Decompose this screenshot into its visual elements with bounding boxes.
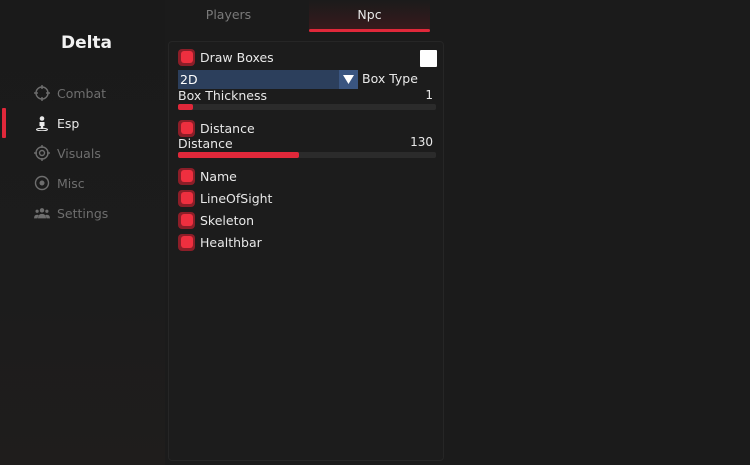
- box-thickness-value: 1: [425, 88, 433, 102]
- app-window: Delta Combat Esp Visuals Misc Settings P…: [0, 0, 750, 465]
- tab-players[interactable]: Players: [168, 0, 289, 32]
- name-row: Name: [178, 167, 237, 185]
- checkbox-check-icon: [180, 214, 193, 226]
- sidebar-nav: Combat Esp Visuals Misc Settings: [0, 78, 165, 228]
- line-of-sight-row: LineOfSight: [178, 189, 272, 207]
- box-thickness-slider[interactable]: [178, 104, 436, 110]
- name-label: Name: [200, 168, 237, 184]
- tab-bar: Players Npc: [168, 0, 430, 32]
- sidebar-item-label: Misc: [57, 175, 85, 191]
- skeleton-checkbox[interactable]: [178, 211, 195, 229]
- skeleton-label: Skeleton: [200, 212, 255, 228]
- draw-boxes-checkbox[interactable]: [178, 48, 195, 66]
- healthbar-label: Healthbar: [200, 234, 262, 250]
- chevron-down-icon[interactable]: [339, 70, 358, 89]
- checkbox-check-icon: [180, 170, 193, 182]
- healthbar-row: Healthbar: [178, 233, 262, 251]
- healthbar-checkbox[interactable]: [178, 233, 195, 251]
- checkbox-check-icon: [180, 51, 193, 63]
- name-checkbox[interactable]: [178, 167, 195, 185]
- line-of-sight-label: LineOfSight: [200, 190, 273, 206]
- distance-slider-value: 130: [410, 135, 433, 149]
- checkbox-check-icon: [180, 236, 193, 248]
- draw-boxes-label: Draw Boxes: [200, 49, 274, 65]
- distance-slider[interactable]: [178, 152, 436, 158]
- sidebar-item-visuals[interactable]: Visuals: [0, 138, 165, 168]
- sidebar-item-misc[interactable]: Misc: [0, 168, 165, 198]
- box-color-picker[interactable]: [420, 50, 437, 67]
- checkbox-check-icon: [180, 122, 193, 134]
- box-type-dropdown[interactable]: 2D: [178, 70, 358, 89]
- distance-row: Distance: [178, 119, 255, 137]
- sidebar-item-label: Esp: [57, 115, 80, 131]
- sidebar-item-settings[interactable]: Settings: [0, 198, 165, 228]
- sidebar-item-label: Visuals: [57, 145, 101, 161]
- distance-toggle-label: Distance: [200, 120, 255, 136]
- box-thickness-label: Box Thickness: [178, 88, 267, 103]
- sidebar-item-label: Settings: [57, 205, 109, 221]
- sidebar-item-combat[interactable]: Combat: [0, 78, 165, 108]
- target-icon: [33, 144, 51, 162]
- settings-panel: Draw Boxes 2D Box Type Box Thickness 1 D…: [168, 41, 444, 461]
- brand-title: Delta: [60, 33, 113, 53]
- tab-npc[interactable]: Npc: [309, 0, 430, 32]
- distance-checkbox[interactable]: [178, 119, 195, 137]
- users-icon: [33, 204, 51, 222]
- box-type-value: 2D: [180, 72, 198, 87]
- person-icon: [33, 114, 51, 132]
- line-of-sight-checkbox[interactable]: [178, 189, 195, 207]
- distance-slider-fill: [178, 152, 299, 158]
- crosshair-icon: [33, 84, 51, 102]
- draw-boxes-row: Draw Boxes: [178, 48, 274, 66]
- distance-slider-label: Distance: [178, 136, 233, 151]
- box-type-label: Box Type: [362, 71, 418, 86]
- skeleton-row: Skeleton: [178, 211, 254, 229]
- circle-dot-icon: [33, 174, 51, 192]
- sidebar: Delta Combat Esp Visuals Misc Settings: [0, 0, 165, 465]
- sidebar-item-esp[interactable]: Esp: [0, 108, 165, 138]
- checkbox-check-icon: [180, 192, 193, 204]
- sidebar-item-label: Combat: [57, 85, 107, 101]
- box-thickness-slider-fill: [178, 104, 193, 110]
